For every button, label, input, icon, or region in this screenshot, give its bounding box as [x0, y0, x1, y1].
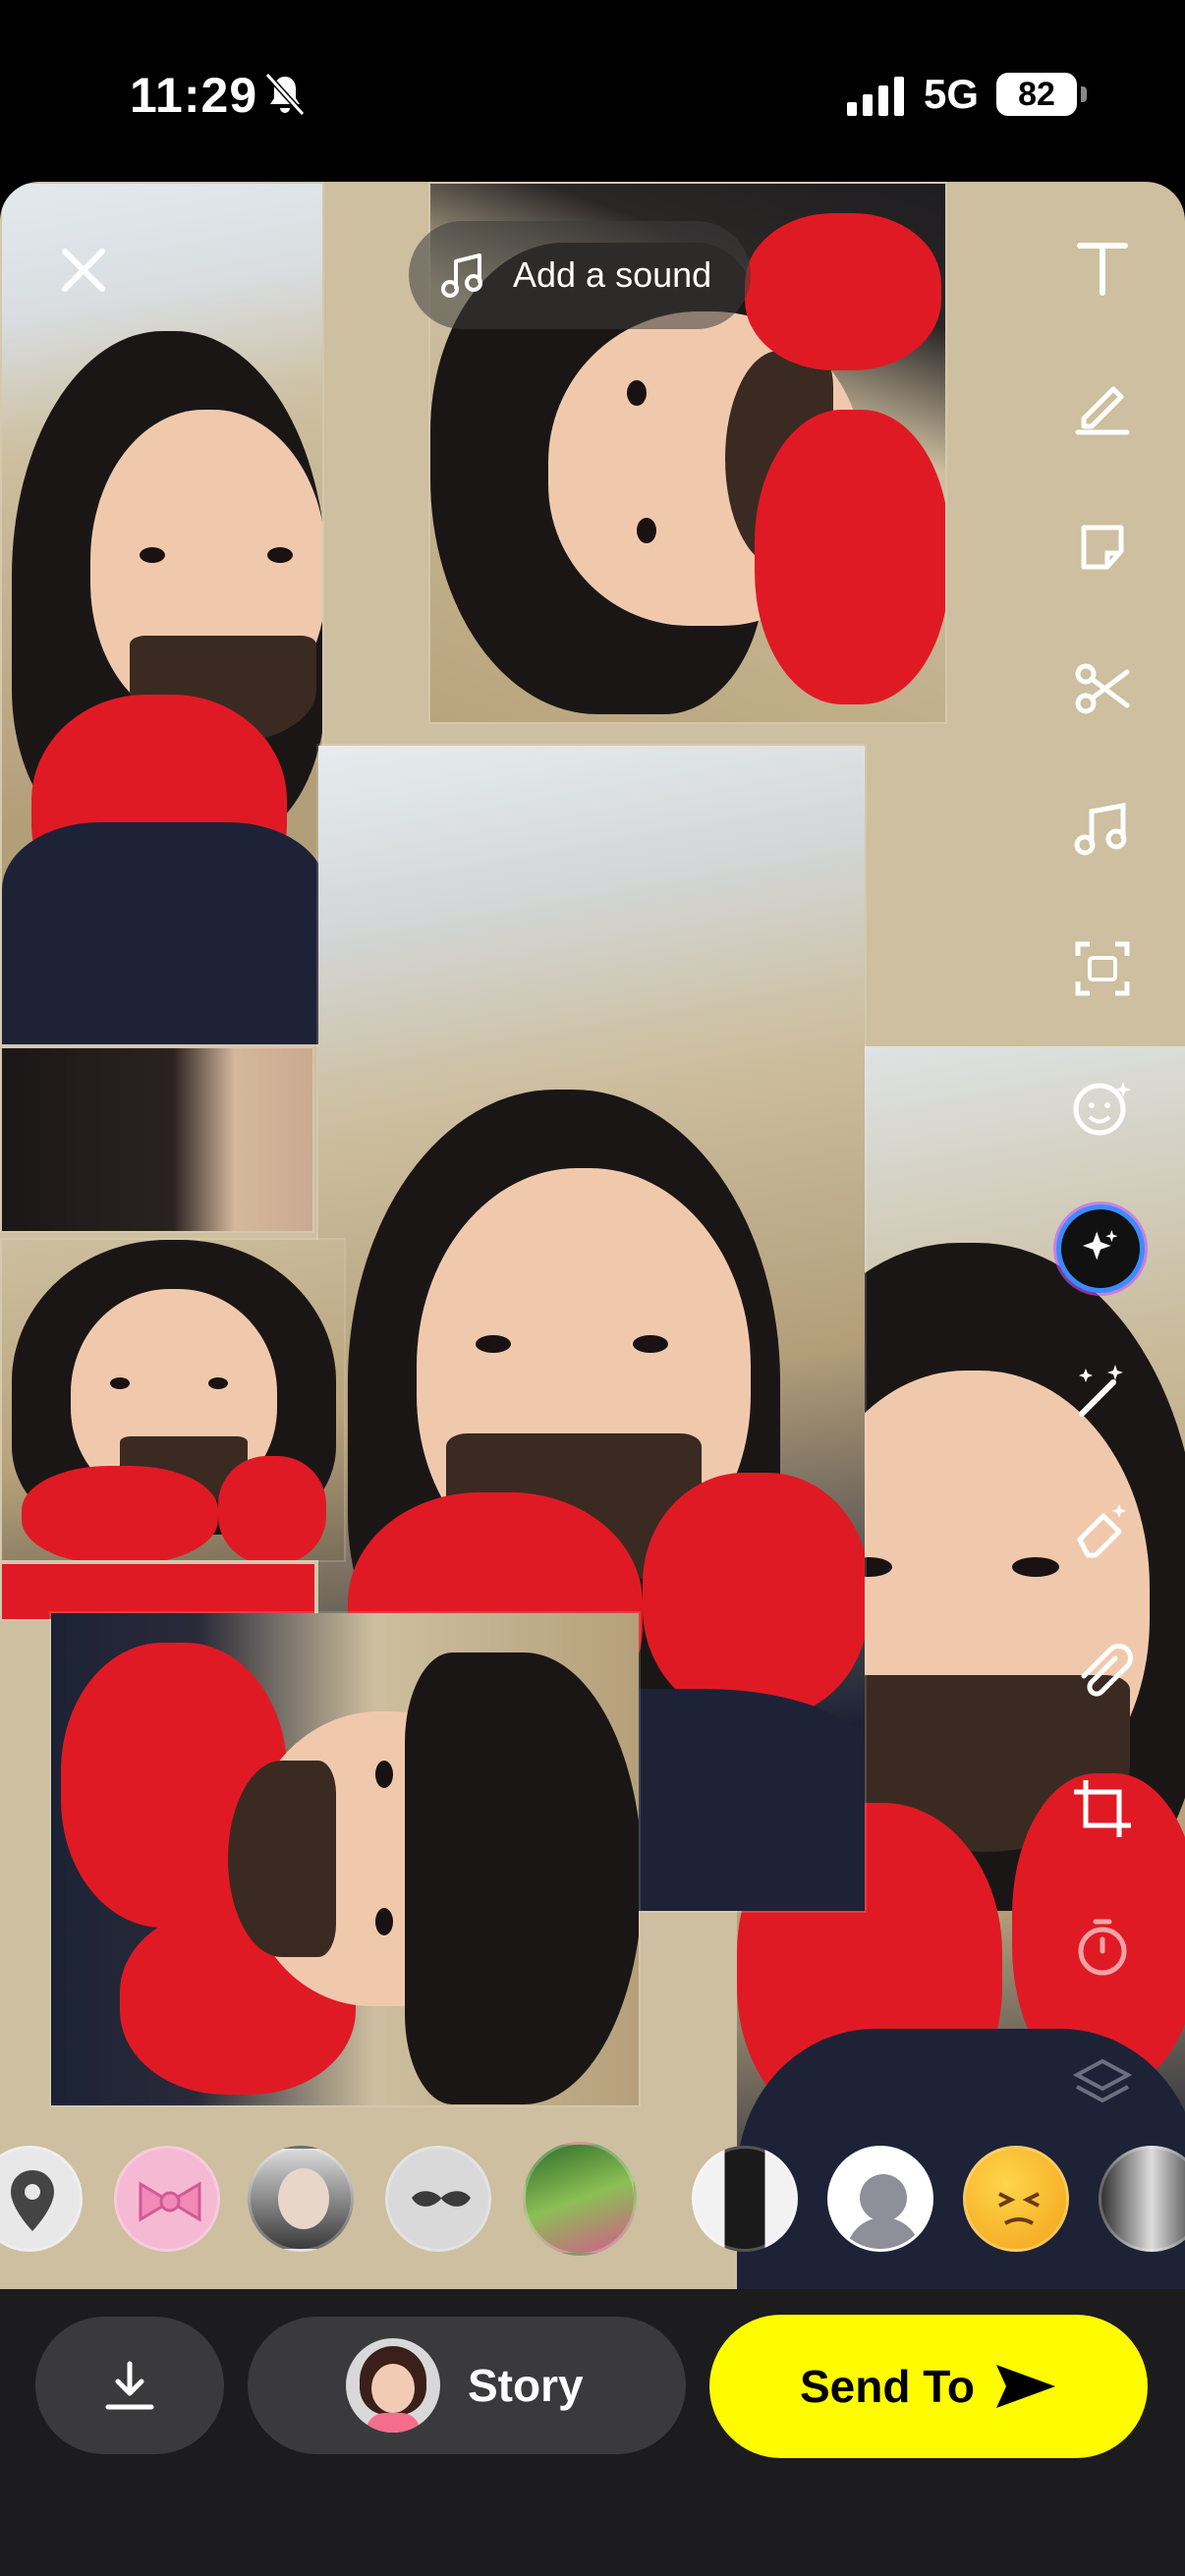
- eraser-icon: [1077, 1504, 1126, 1558]
- bitmoji-avatar: [346, 2338, 440, 2433]
- send-arrow-icon: [996, 2365, 1056, 2408]
- friend-lens-1[interactable]: [248, 2146, 354, 2252]
- mustache-lens[interactable]: [385, 2146, 491, 2252]
- story-button[interactable]: Story: [248, 2317, 686, 2454]
- crop-tool[interactable]: [1067, 1773, 1138, 1844]
- ai-sparkle-icon: [1082, 1230, 1118, 1260]
- text-icon: [1077, 243, 1128, 296]
- magic-wand-icon: [1079, 1365, 1123, 1417]
- music-icon: [1074, 802, 1127, 856]
- avatar-lens[interactable]: [827, 2146, 933, 2252]
- download-icon: [105, 2361, 154, 2410]
- ai-tool[interactable]: [1061, 1209, 1140, 1288]
- status-bar: 11:29 5G 82: [0, 0, 1185, 187]
- close-icon[interactable]: [49, 236, 118, 305]
- collage-photo-top-left[interactable]: [0, 182, 324, 1046]
- sticker-icon: [1081, 525, 1124, 570]
- send-to-label: Send To: [799, 2361, 976, 2412]
- lens-carousel[interactable]: [0, 2142, 1185, 2260]
- story-label: Story: [468, 2360, 584, 2411]
- avatar-head: [860, 2174, 907, 2221]
- signal-icon: [847, 77, 904, 116]
- timer-icon: [1078, 1919, 1127, 1976]
- emoji-lens[interactable]: [963, 2146, 1069, 2252]
- send-to-button[interactable]: Send To: [709, 2315, 1148, 2458]
- avatar-shirt: [366, 2413, 421, 2433]
- crop-icon: [1074, 1780, 1131, 1837]
- sticker-tool[interactable]: [1067, 511, 1138, 582]
- timer-tool[interactable]: [1067, 1911, 1138, 1982]
- network-type: 5G: [924, 71, 980, 117]
- avatar-face: [371, 2364, 415, 2413]
- bottom-action-bar: Story Send To: [0, 2289, 1185, 2576]
- layers-icon: [1072, 2058, 1133, 2103]
- battery-icon: 82: [996, 73, 1077, 116]
- collage-photo-mid-left[interactable]: [0, 1046, 314, 1233]
- paperclip-icon: [1081, 1644, 1133, 1697]
- collage-lens[interactable]: [1099, 2146, 1185, 2252]
- emoji-sparkle-icon: [1073, 1082, 1131, 1136]
- scan-tool[interactable]: [1067, 933, 1138, 1004]
- bow-lens[interactable]: [114, 2146, 220, 2252]
- location-pin-lens[interactable]: [0, 2146, 83, 2252]
- collage-photo-left-small[interactable]: [0, 1238, 346, 1562]
- status-time: 11:29: [130, 68, 258, 123]
- collage-photo-bottom-left[interactable]: [49, 1611, 641, 2107]
- photo-lens[interactable]: [523, 2142, 637, 2256]
- snap-canvas[interactable]: Add a sound: [0, 182, 1185, 2294]
- eraser-tool[interactable]: [1067, 1495, 1138, 1566]
- lens-tool[interactable]: [1067, 1073, 1138, 1144]
- text-tool[interactable]: [1067, 233, 1138, 304]
- battery-nub: [1081, 86, 1087, 102]
- music-tool[interactable]: [1067, 793, 1138, 864]
- cringe-emoji-icon: [998, 2192, 1040, 2225]
- add-sound-label: Add a sound: [513, 254, 712, 295]
- bell-slash-icon: [264, 72, 306, 117]
- pencil-icon: [1075, 386, 1130, 435]
- magic-tool[interactable]: [1067, 1356, 1138, 1427]
- avatar-body: [846, 2217, 921, 2249]
- attachment-tool[interactable]: [1067, 1636, 1138, 1707]
- add-sound-button[interactable]: Add a sound: [409, 221, 751, 329]
- mustache-icon: [412, 2191, 471, 2207]
- scissors-tool[interactable]: [1067, 653, 1138, 724]
- scissors-icon: [1075, 663, 1130, 714]
- friend-lens-2[interactable]: [692, 2146, 798, 2252]
- friend-face: [278, 2168, 329, 2229]
- draw-tool[interactable]: [1067, 370, 1138, 441]
- layers-tool[interactable]: [1067, 2048, 1138, 2119]
- scan-icon: [1075, 941, 1130, 996]
- location-pin-icon: [11, 2170, 54, 2231]
- save-button[interactable]: [35, 2317, 224, 2454]
- music-note-icon: [441, 253, 482, 298]
- bow-icon: [139, 2181, 201, 2222]
